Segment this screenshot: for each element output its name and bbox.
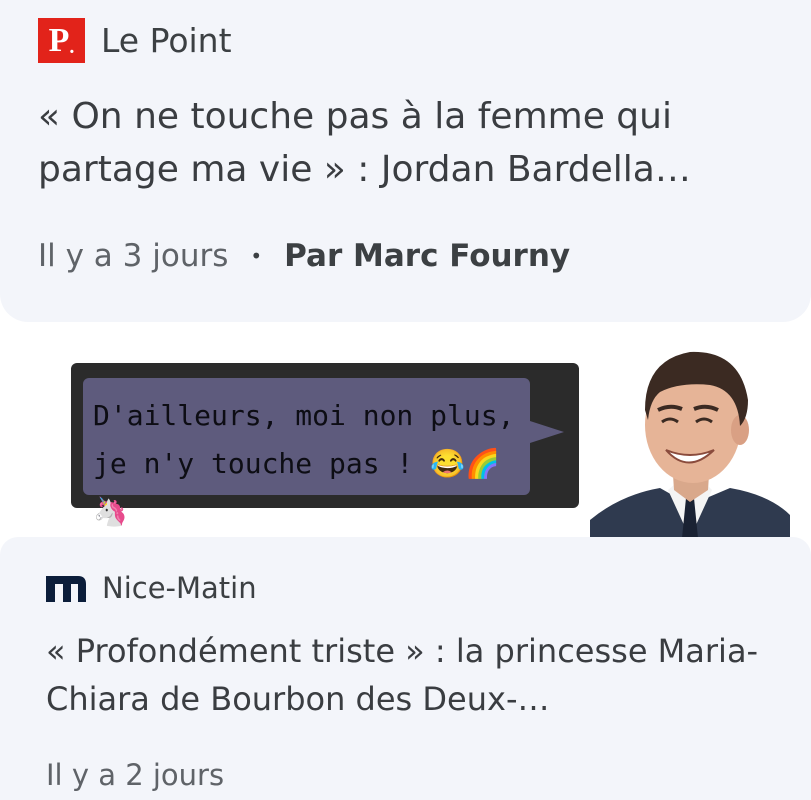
speech-bubble: D'ailleurs, moi non plus, je n'y touche … [83,378,530,528]
reply-overlay: D'ailleurs, moi non plus, je n'y touche … [71,363,579,528]
separator-dot: • [250,244,263,268]
speech-bubble-tail [530,421,564,443]
article-headline[interactable]: « On ne touche pas à la femme qui partag… [38,90,778,196]
source-name: Nice-Matin [102,571,257,605]
author-name: Par Marc Fourny [284,238,571,274]
person-photo-icon [590,330,790,538]
article-headline[interactable]: « Profondément triste » : la princesse M… [46,627,786,723]
source-row: P. Le Point [38,18,232,63]
speech-bubble-text: D'ailleurs, moi non plus, je n'y touche … [93,399,515,528]
person-photo [590,330,790,538]
source-row: Nice-Matin [44,571,257,605]
le-point-logo-icon: P. [38,18,85,63]
logo-letter: P [48,21,70,59]
published-time: Il y a 2 jours [46,758,225,792]
news-card-le-point[interactable]: P. Le Point « On ne touche pas à la femm… [0,0,811,322]
article-meta: Il y a 2 jours [46,758,224,792]
nice-matin-logo-icon [46,576,86,602]
published-time: Il y a 3 jours [38,238,229,274]
article-meta: Il y a 3 jours • Par Marc Fourny [38,238,570,274]
source-name: Le Point [101,21,232,60]
news-card-nice-matin[interactable]: Nice-Matin « Profondément triste » : la … [0,537,811,800]
